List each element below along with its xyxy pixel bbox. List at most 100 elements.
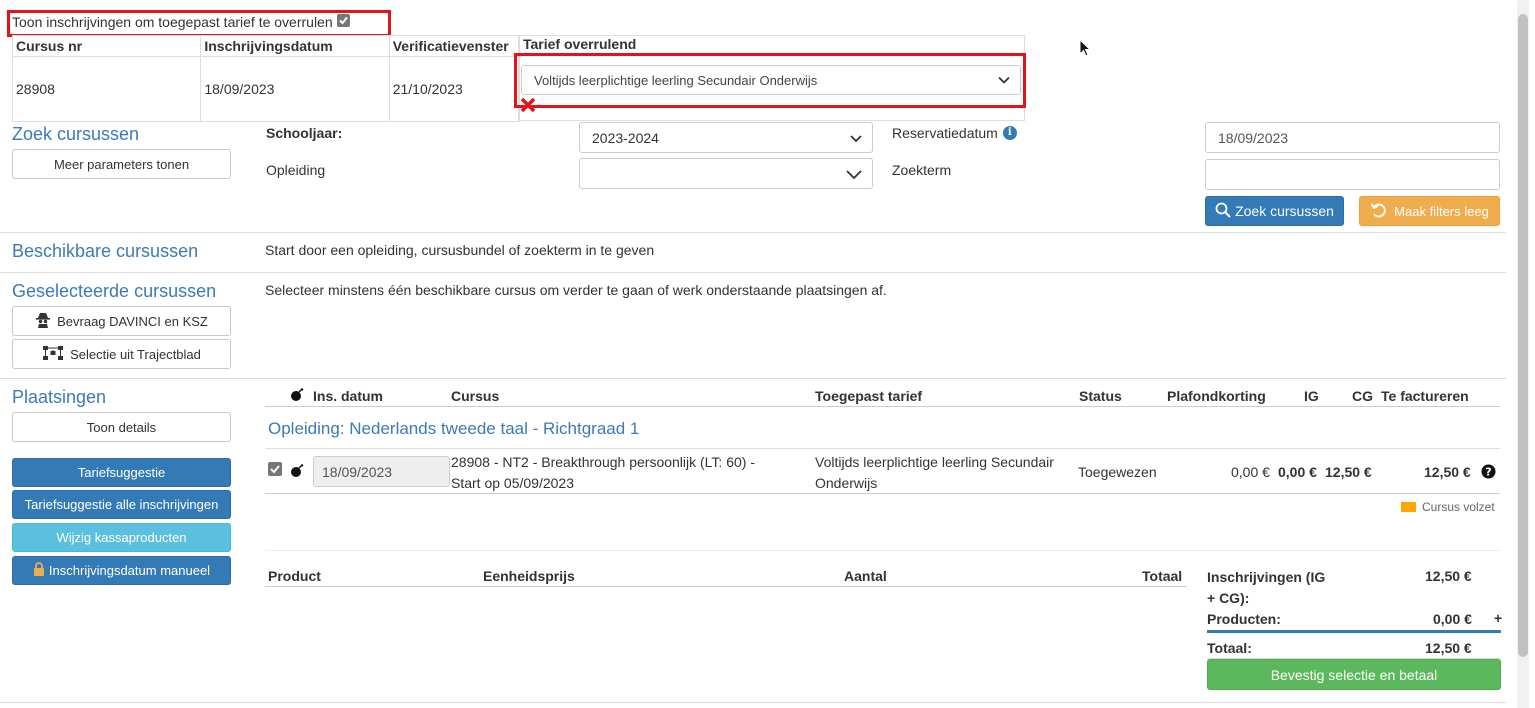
search-icon: [1215, 202, 1231, 221]
zoek-cursussen-button-label: Zoek cursussen: [1235, 203, 1334, 219]
selectie-trajectblad-button[interactable]: Selectie uit Trajectblad: [12, 339, 231, 369]
tariefsuggestie-button[interactable]: Tariefsuggestie: [12, 458, 231, 487]
wijzig-kassaproducten-button[interactable]: Wijzig kassaproducten: [12, 523, 231, 552]
opleiding-label: Opleiding: [266, 162, 326, 178]
maak-filters-leeg-button[interactable]: Maak filters leeg: [1359, 196, 1500, 226]
zoek-cursussen-button[interactable]: Zoek cursussen: [1205, 196, 1344, 226]
divider: [0, 702, 1506, 703]
divider: [265, 448, 1500, 449]
summary-inschrijvingen-label-1: Inschrijvingen (IG: [1207, 569, 1326, 585]
placement-cg: 12,50 €: [1325, 464, 1372, 480]
header-cursus: Cursus: [451, 388, 500, 404]
header-aantal: Aantal: [844, 568, 887, 584]
schooljaar-value: 2023-2024: [592, 129, 659, 146]
plaatsingen-title: Plaatsingen: [12, 387, 107, 407]
header-product: Product: [268, 568, 321, 584]
info-icon[interactable]: i: [1002, 126, 1017, 140]
reservatiedatum-label-wrap: Reservatiedatum i: [892, 125, 1017, 141]
inschrijvingsdatum-manueel-button[interactable]: Inschrijvingsdatum manueel: [12, 556, 231, 585]
summary-inschrijvingen-value: 12,50 €: [1425, 568, 1472, 584]
divider: [0, 378, 1506, 379]
cell-inschrijvingsdatum: 18/09/2023: [200, 56, 390, 122]
meer-parameters-button[interactable]: Meer parameters tonen: [12, 149, 231, 179]
selectie-trajectblad-label: Selectie uit Trajectblad: [70, 346, 201, 362]
placement-cursus-line1: 28908 - NT2 - Breakthrough persoonlijk (…: [451, 454, 755, 470]
placement-factureren: 12,50 €: [1424, 464, 1471, 480]
header-toegepast-tarief: Toegepast tarief: [815, 388, 923, 404]
tarief-overrulend-highlight: [514, 53, 1026, 108]
summary-inschrijvingen-label: Inschrijvingen (IG + CG):: [1207, 567, 1325, 609]
summary-totaal-value: 12,50 €: [1425, 640, 1472, 656]
zoekterm-input[interactable]: [1205, 159, 1500, 190]
header-plafondkorting: Plafondkorting: [1167, 388, 1266, 404]
geselecteerde-cursussen-title: Geselecteerde cursussen: [12, 281, 217, 301]
reservatiedatum-value: 18/09/2023: [1218, 129, 1289, 146]
inschrijvingsdatum-manueel-label: Inschrijvingsdatum manueel: [48, 563, 211, 578]
override-checkbox-highlight: [7, 10, 391, 37]
ins-datum-input: 18/09/2023: [313, 456, 450, 487]
divider: [265, 586, 1187, 587]
opleiding-group-title: Opleiding: Nederlands tweede taal - Rich…: [268, 419, 640, 438]
summary-producten-label: Producten:: [1207, 611, 1281, 627]
col-cursus-nr: Cursus nr: [11, 35, 202, 57]
maak-filters-leeg-label: Maak filters leeg: [1394, 203, 1489, 219]
schooljaar-label: Schooljaar:: [266, 125, 343, 141]
beschikbare-cursussen-message: Start door een opleiding, cursusbundel o…: [265, 242, 655, 258]
placement-ig: 0,00 €: [1278, 464, 1317, 480]
svg-text:?: ?: [1485, 466, 1491, 479]
reservatiedatum-input[interactable]: 18/09/2023: [1205, 122, 1500, 153]
question-circle-icon[interactable]: ?: [1481, 464, 1496, 482]
mouse-pointer-icon: [1079, 38, 1092, 60]
divider: [265, 493, 1500, 494]
sitemap-icon: [42, 345, 64, 364]
header-ins-datum: Ins. datum: [313, 388, 384, 404]
header-ig: IG: [1304, 388, 1319, 404]
divider: [265, 550, 1500, 551]
header-totaal: Totaal: [1142, 568, 1183, 584]
cell-cursus-nr: 28908: [11, 56, 202, 122]
chevron-down-icon: [846, 166, 862, 182]
summary-plus: +: [1494, 610, 1503, 626]
opleiding-select[interactable]: [579, 158, 873, 189]
chevron-down-icon: [850, 130, 862, 146]
override-table: Cursus nr Inschrijvingsdatum Verificatie…: [11, 35, 521, 122]
header-eenheidsprijs: Eenheidsprijs: [483, 568, 575, 584]
placement-plafond: 0,00 €: [1231, 464, 1270, 480]
lock-icon: [33, 562, 45, 579]
zoek-cursussen-title: Zoek cursussen: [12, 124, 140, 144]
legend-swatch: [1401, 502, 1416, 512]
placement-cursus-line2: Start op 05/09/2023: [451, 475, 574, 491]
schooljaar-select[interactable]: 2023-2024: [579, 122, 873, 153]
toon-details-button[interactable]: Toon details: [12, 412, 231, 442]
legend-label: Cursus volzet: [1422, 500, 1495, 514]
bomb-icon: [290, 388, 304, 405]
reservatiedatum-label: Reservatiedatum: [892, 125, 998, 141]
zoekterm-label: Zoekterm: [892, 162, 952, 178]
placement-tarief-line1: Voltijds leerplichtige leerling Secundai…: [815, 454, 1054, 470]
legend-cursus-volzet: Cursus volzet: [1401, 500, 1495, 514]
spy-icon: [35, 312, 51, 331]
col-verificatievenster: Verificatievenster: [388, 35, 521, 57]
summary-totaal-label: Totaal:: [1207, 640, 1252, 656]
header-te-factureren: Te factureren: [1381, 388, 1469, 404]
placement-status: Toegewezen: [1078, 464, 1157, 480]
undo-icon: [1370, 201, 1388, 222]
bevraag-davinci-label: Bevraag DAVINCI en KSZ: [57, 313, 208, 329]
bomb-icon: [290, 464, 304, 481]
tariefsuggestie-alle-button[interactable]: Tariefsuggestie alle inschrijvingen: [12, 490, 231, 519]
summary-producten-value: 0,00 €: [1433, 611, 1472, 627]
divider: [265, 406, 1500, 407]
header-status: Status: [1079, 388, 1122, 404]
geselecteerde-cursussen-message: Selecteer minstens één beschikbare cursu…: [265, 282, 887, 298]
red-x-icon: [520, 97, 536, 116]
placement-checkbox[interactable]: [268, 462, 282, 476]
placement-tarief-line2: Onderwijs: [815, 475, 878, 491]
scrollbar-thumb[interactable]: [1518, 14, 1528, 657]
divider: [0, 272, 1506, 273]
bevraag-davinci-button[interactable]: Bevraag DAVINCI en KSZ: [12, 306, 231, 336]
divider: [0, 232, 1506, 233]
beschikbare-cursussen-title: Beschikbare cursussen: [12, 241, 199, 261]
placement-cursus: 28908 - NT2 - Breakthrough persoonlijk (…: [451, 452, 755, 494]
bevestig-selectie-button[interactable]: Bevestig selectie en betaal: [1207, 659, 1501, 690]
ins-datum-value: 18/09/2023: [322, 463, 393, 480]
